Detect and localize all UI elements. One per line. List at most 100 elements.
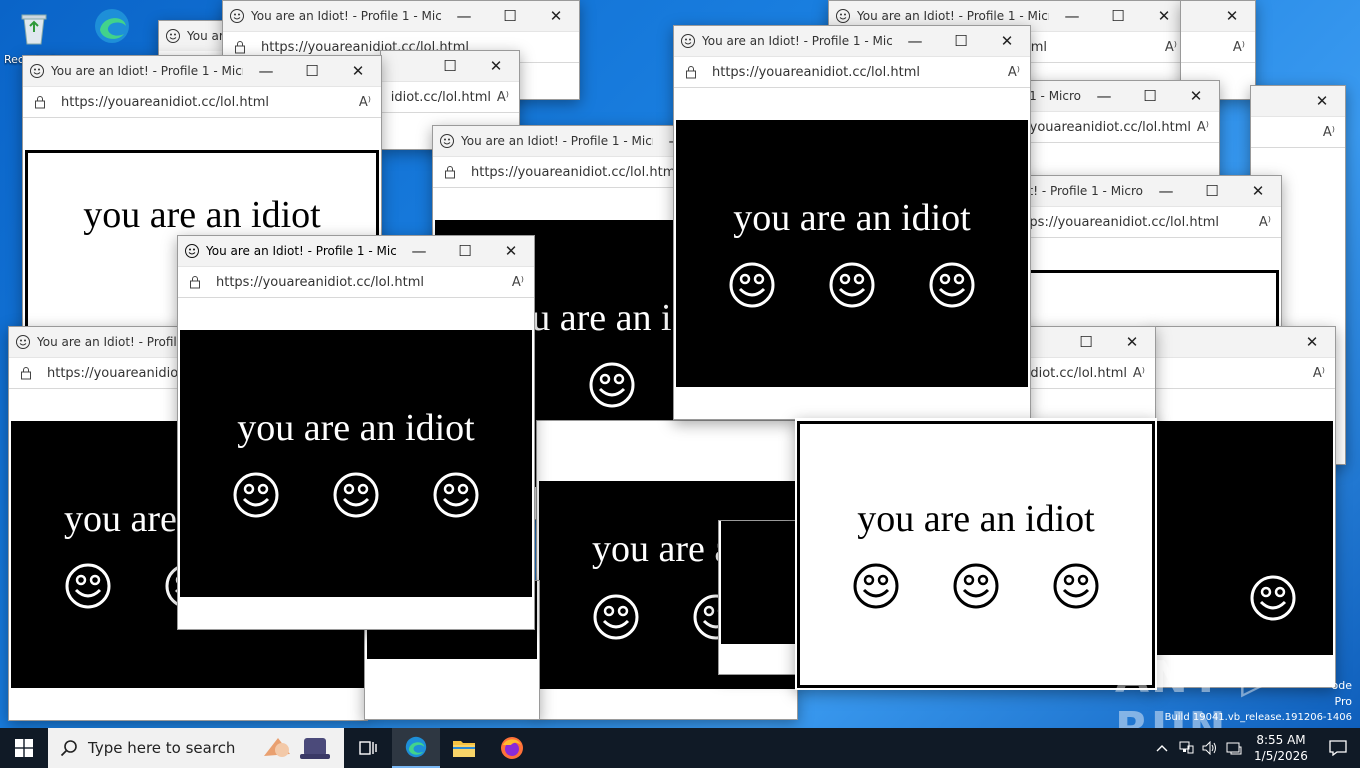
- window-title: You are an Idiot! - Profile 1 - Micro...: [206, 244, 396, 258]
- address-bar[interactable]: https://youareanidiot.cc/lol.html A⁾: [674, 56, 1030, 88]
- read-aloud-icon[interactable]: A⁾: [506, 275, 524, 290]
- taskbar: Type here to search 8:55 AM 1/5/2026: [0, 728, 1360, 768]
- read-aloud-icon[interactable]: A⁾: [1317, 125, 1335, 140]
- address-bar[interactable]: A⁾: [1251, 116, 1345, 148]
- desktop-icon-edge[interactable]: [82, 6, 142, 49]
- address-bar[interactable]: A⁾: [1181, 31, 1255, 63]
- maximize-button[interactable]: ☐: [1095, 1, 1141, 31]
- read-aloud-icon[interactable]: A⁾: [1002, 65, 1020, 80]
- smiley-face-icon: [593, 594, 639, 640]
- maximize-button[interactable]: ☐: [1127, 81, 1173, 111]
- minimize-button[interactable]: —: [1081, 81, 1127, 111]
- idiot-message: you are an idiot: [237, 406, 475, 449]
- window-titlebar[interactable]: You are an Idiot! - Profile 1 - Micro...…: [674, 26, 1030, 56]
- task-view-icon: [359, 741, 377, 755]
- close-button[interactable]: ✕: [1235, 176, 1281, 206]
- minimize-button[interactable]: —: [1143, 176, 1189, 206]
- firefox-icon: [501, 737, 523, 759]
- read-aloud-icon[interactable]: A⁾: [1227, 40, 1245, 55]
- show-hidden-icons-button[interactable]: [1150, 728, 1174, 768]
- start-button[interactable]: [0, 728, 48, 768]
- close-button[interactable]: ✕: [1299, 86, 1345, 116]
- window-titlebar[interactable]: You are an Idiot! - Profile 1 - Micro...…: [178, 236, 534, 266]
- maximize-button[interactable]: ☐: [1189, 176, 1235, 206]
- close-button[interactable]: ✕: [1109, 327, 1155, 357]
- maximize-button[interactable]: ☐: [1063, 327, 1109, 357]
- smiley-icon: [836, 9, 850, 23]
- read-aloud-icon[interactable]: A⁾: [1253, 215, 1271, 230]
- minimize-button[interactable]: —: [892, 26, 938, 56]
- close-button[interactable]: ✕: [1289, 327, 1335, 357]
- window-titlebar[interactable]: You are an Idiot! - Profile 1 - Micro...…: [1001, 176, 1281, 206]
- search-icon: [60, 740, 77, 757]
- idiot-panel: you are an idiot: [676, 120, 1028, 387]
- window-titlebar[interactable]: You are an Idiot! - Profile 1 - Micro...…: [23, 56, 381, 86]
- taskbar-firefox-button[interactable]: [488, 728, 536, 768]
- close-button[interactable]: ✕: [1173, 81, 1219, 111]
- minimize-button[interactable]: —: [396, 236, 442, 266]
- read-aloud-icon[interactable]: A⁾: [1159, 40, 1177, 55]
- address-bar[interactable]: https://youareanidiot.cc/lol.html A⁾: [1001, 111, 1219, 143]
- minimize-button[interactable]: —: [441, 1, 487, 31]
- taskbar-clock[interactable]: 8:55 AM 1/5/2026: [1246, 732, 1316, 764]
- browser-window-active[interactable]: You are an Idiot! - Profile 1 - Micro...…: [177, 235, 535, 630]
- browser-window[interactable]: You are an Idiot! - Profile 1 - Micro...: [158, 20, 228, 60]
- close-button[interactable]: ✕: [984, 26, 1030, 56]
- read-aloud-icon[interactable]: A⁾: [1127, 366, 1145, 381]
- action-center-button[interactable]: [1316, 728, 1360, 768]
- input-indicator-button[interactable]: [1222, 728, 1246, 768]
- read-aloud-icon[interactable]: A⁾: [353, 95, 371, 110]
- maximize-button[interactable]: ☐: [938, 26, 984, 56]
- maximize-button[interactable]: ☐: [289, 56, 335, 86]
- minimize-button[interactable]: —: [243, 56, 289, 86]
- maximize-button[interactable]: ☐: [427, 51, 473, 81]
- smiley-icon: [440, 134, 454, 148]
- close-button[interactable]: ✕: [1209, 1, 1255, 31]
- taskbar-file-explorer-button[interactable]: [440, 728, 488, 768]
- window-titlebar[interactable]: ✕: [1151, 327, 1335, 357]
- smiley-face-icon: [829, 262, 875, 308]
- close-button[interactable]: ✕: [335, 56, 381, 86]
- taskbar-edge-button[interactable]: [392, 728, 440, 768]
- window-titlebar[interactable]: ☐ ✕: [381, 51, 519, 81]
- browser-window[interactable]: ✕ A⁾: [1150, 326, 1336, 688]
- browser-window[interactable]: You are an Idiot! - Profile 1 - Micro...…: [673, 25, 1031, 420]
- clock-time: 8:55 AM: [1256, 733, 1306, 747]
- address-bar[interactable]: https://youareanidiot.cc/lol.html A⁾: [1001, 206, 1281, 238]
- window-titlebar[interactable]: ✕: [1181, 1, 1255, 31]
- window-titlebar[interactable]: ✕: [1251, 86, 1345, 116]
- browser-window[interactable]: you are an idiot: [795, 418, 1157, 690]
- close-button[interactable]: ✕: [473, 51, 519, 81]
- browser-window[interactable]: [718, 520, 802, 675]
- read-aloud-icon[interactable]: A⁾: [1191, 120, 1209, 135]
- task-view-button[interactable]: [344, 728, 392, 768]
- close-button[interactable]: ✕: [488, 236, 534, 266]
- window-titlebar[interactable]: You are an Idiot! - Profile 1 - Micro...…: [223, 1, 579, 31]
- url-text: https://youareanidiot.cc/lol.html: [61, 94, 269, 110]
- lock-icon: [445, 166, 455, 179]
- window-title: You are an Idiot! - Profile 1 - Micro...: [251, 9, 441, 23]
- address-bar[interactable]: https://youareanidiot.cc/lol.html A⁾: [381, 81, 519, 113]
- network-button[interactable]: [1174, 728, 1198, 768]
- address-bar[interactable]: https://youareanidiot.cc/lol.html A⁾: [23, 86, 381, 118]
- window-titlebar[interactable]: You are an Idiot! - Profile 1 - Micro...…: [1001, 81, 1219, 111]
- search-highlight-icon: [264, 738, 330, 759]
- url-text: https://youareanidiot.cc/lol.html: [1011, 119, 1191, 135]
- read-aloud-icon[interactable]: A⁾: [1307, 366, 1325, 381]
- maximize-button[interactable]: ☐: [442, 236, 488, 266]
- address-bar[interactable]: https://youareanidiot.cc/lol.html A⁾: [178, 266, 534, 298]
- read-aloud-icon[interactable]: A⁾: [491, 90, 509, 105]
- smiley-icon: [230, 9, 244, 23]
- browser-window[interactable]: You are an Idiot! - Profile 1 - Micro...…: [1000, 80, 1220, 190]
- page-content: [1151, 389, 1335, 687]
- volume-button[interactable]: [1198, 728, 1222, 768]
- lock-icon: [35, 96, 45, 109]
- smiley-row: [852, 562, 1100, 610]
- smiley-row: [728, 261, 976, 309]
- maximize-button[interactable]: ☐: [487, 1, 533, 31]
- close-button[interactable]: ✕: [533, 1, 579, 31]
- window-titlebar[interactable]: You are an Idiot! - Profile 1 - Micro...: [159, 21, 227, 51]
- minimize-button[interactable]: —: [1049, 1, 1095, 31]
- address-bar[interactable]: A⁾: [1151, 357, 1335, 389]
- taskbar-search-box[interactable]: Type here to search: [48, 728, 344, 768]
